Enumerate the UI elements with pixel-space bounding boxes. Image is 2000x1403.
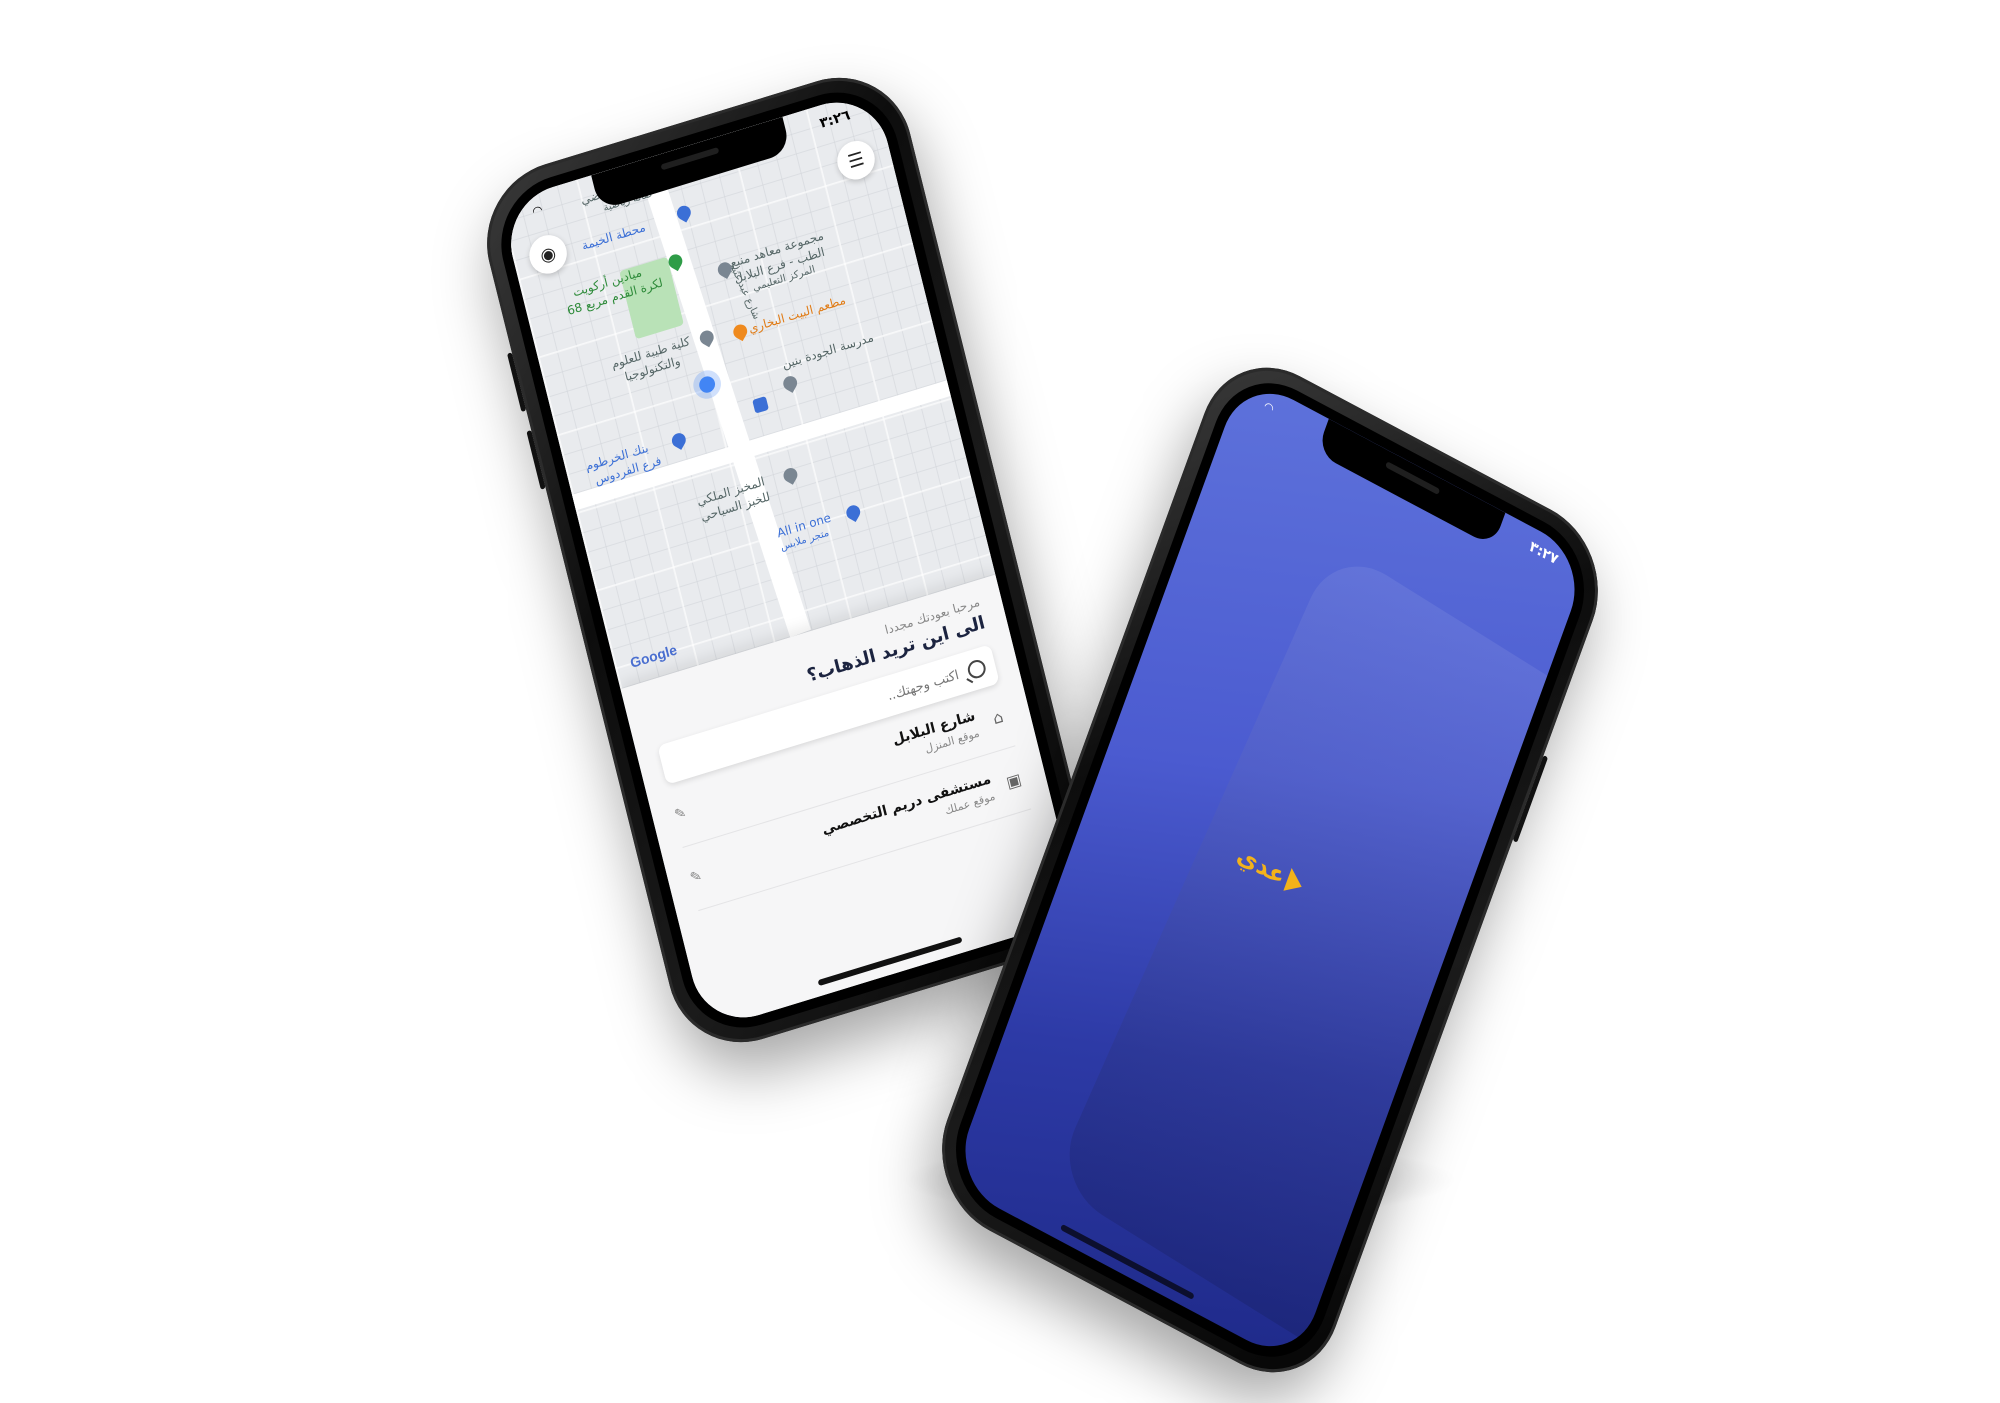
locate-me-button[interactable]: ◉	[525, 230, 571, 279]
home-icon: ⌂	[990, 706, 1006, 728]
wifi-icon: ◠	[1261, 398, 1277, 417]
edit-icon[interactable]: ✎	[673, 805, 688, 824]
store-pin-icon	[843, 502, 863, 523]
school-pin-icon	[780, 373, 800, 393]
edit-icon[interactable]: ✎	[689, 868, 704, 887]
wifi-icon: ◠	[530, 202, 545, 219]
notch	[1316, 418, 1506, 547]
phone-volume-button	[526, 429, 546, 490]
bakery-pin-icon	[780, 465, 800, 485]
map-label-station: محطة الخيمة	[580, 219, 647, 253]
phone-side-button	[507, 352, 527, 413]
map-label-school: مدرسة الجودة بنين	[780, 330, 875, 372]
briefcase-icon: ▣	[1004, 768, 1024, 792]
menu-button[interactable]: ☰	[833, 136, 879, 185]
status-time: ٣:٢٦	[818, 107, 852, 132]
bus-stop-icon	[752, 395, 769, 414]
main-road	[636, 155, 811, 638]
search-icon	[965, 657, 988, 681]
status-time: ٣:٢٧	[1527, 538, 1561, 569]
speaker	[660, 147, 720, 171]
map-label-restaurant: مطعم البيت البخاري	[747, 292, 848, 336]
bank-pin-icon	[669, 430, 689, 450]
google-logo: Google	[628, 641, 679, 671]
splash-screen: ◠ ٣:٢٧ عدي	[949, 373, 1591, 1367]
map-phone: ◠ ٣:٢٦ سوق الشرق الرياضي صالة رياضية محط…	[470, 58, 1110, 1062]
